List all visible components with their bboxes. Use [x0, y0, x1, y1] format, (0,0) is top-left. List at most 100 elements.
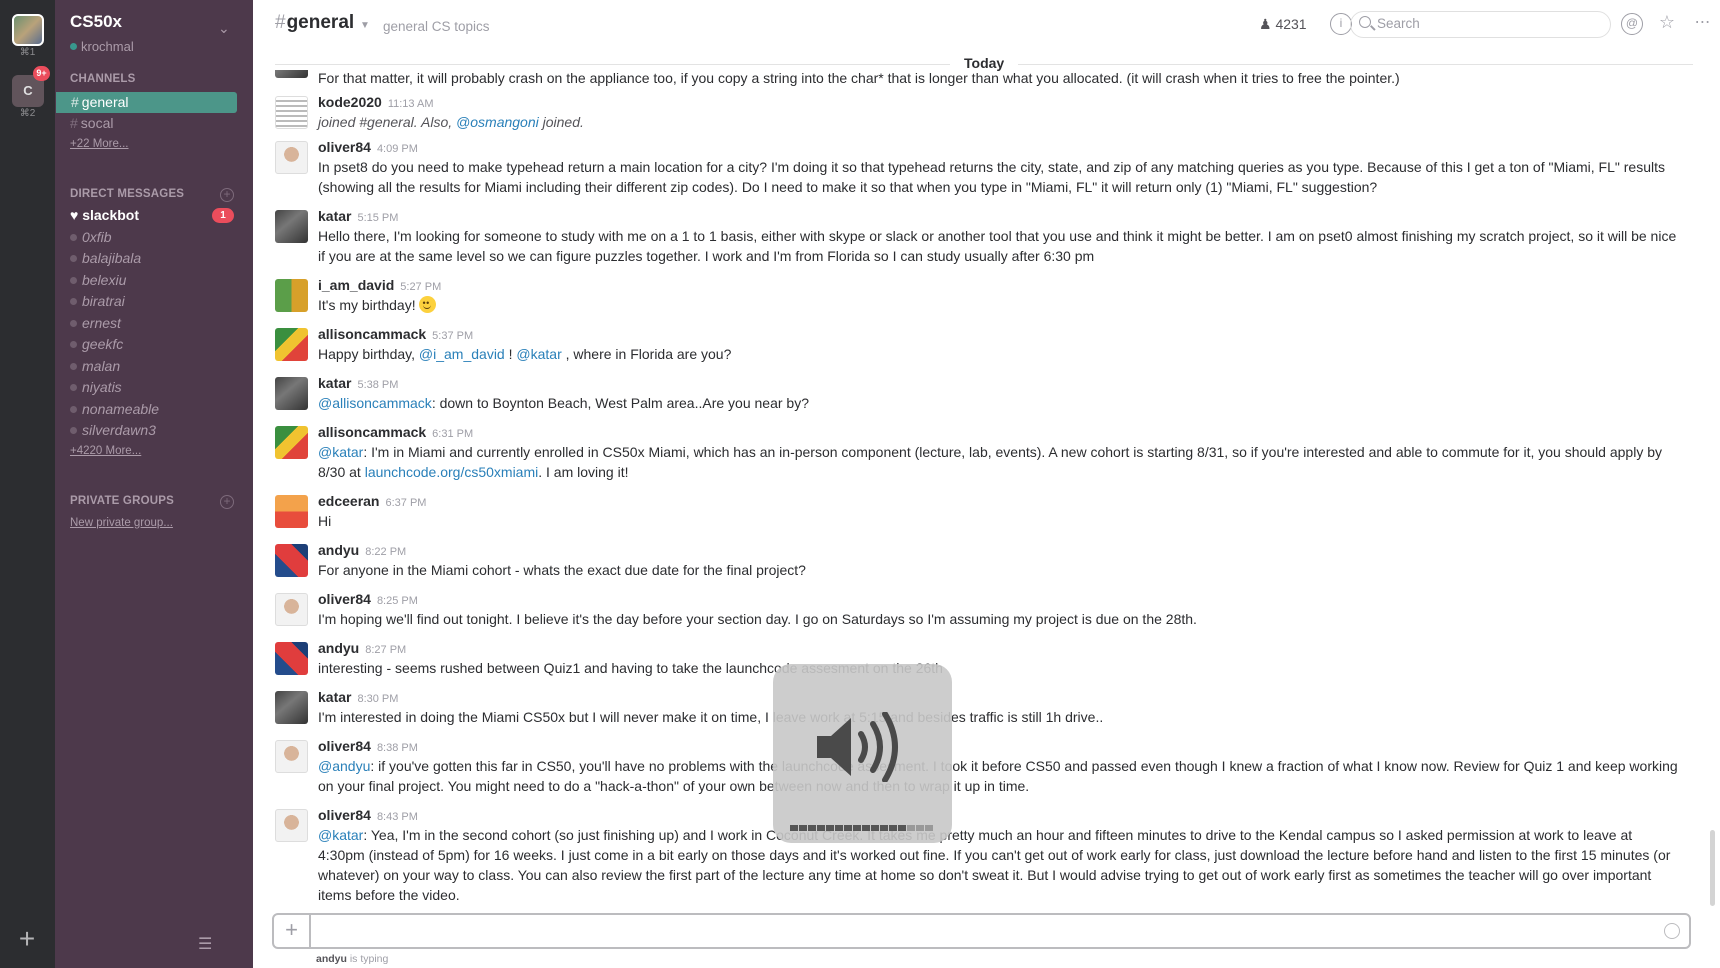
- dms-more-link[interactable]: +4220 More...: [70, 445, 141, 457]
- avatar[interactable]: [275, 740, 308, 773]
- sidebar-dm-silverdawn3[interactable]: silverdawn3: [55, 420, 253, 441]
- user-mention[interactable]: @andyu: [318, 758, 370, 774]
- author-name[interactable]: allisoncammack: [318, 326, 426, 342]
- avatar[interactable]: [275, 96, 308, 129]
- add-team-icon[interactable]: +: [16, 925, 38, 953]
- channel-label: general: [81, 94, 129, 110]
- sidebar-dm-biratrai[interactable]: biratrai: [55, 291, 253, 312]
- avatar[interactable]: [275, 377, 308, 410]
- avatar[interactable]: [275, 426, 308, 459]
- timestamp[interactable]: 8:30 PM: [357, 693, 398, 705]
- avatar[interactable]: [275, 141, 308, 174]
- channel-topic[interactable]: general CS topics: [383, 19, 490, 34]
- timestamp[interactable]: 8:43 PM: [377, 811, 418, 823]
- team-name[interactable]: CS50x: [70, 12, 122, 32]
- timestamp[interactable]: 5:15 PM: [357, 212, 398, 224]
- user-mention[interactable]: @allisoncammack: [318, 395, 432, 411]
- author-name[interactable]: oliver84: [318, 807, 371, 823]
- timestamp[interactable]: 11:13 AM: [388, 98, 434, 110]
- author-name[interactable]: kode2020: [318, 94, 382, 110]
- user-mention[interactable]: @katar: [318, 444, 363, 460]
- mentions-icon[interactable]: @: [1621, 13, 1643, 35]
- timestamp[interactable]: 4:09 PM: [377, 143, 418, 155]
- new-group-plus-icon[interactable]: +: [220, 495, 234, 509]
- timestamp[interactable]: 8:38 PM: [377, 742, 418, 754]
- sidebar-dm-belexiu[interactable]: belexiu: [55, 270, 253, 291]
- avatar[interactable]: [275, 70, 308, 78]
- attach-plus-button[interactable]: +: [274, 915, 311, 947]
- message-link[interactable]: launchcode.org/cs50xmiami: [365, 464, 539, 480]
- sidebar-channel-socal[interactable]: # socal: [55, 113, 253, 134]
- timestamp[interactable]: 5:27 PM: [400, 281, 441, 293]
- author-name[interactable]: katar: [318, 208, 351, 224]
- channels-header[interactable]: CHANNELS: [70, 73, 136, 85]
- search-input[interactable]: [1377, 16, 1597, 31]
- sidebar-dm-nonameable[interactable]: nonameable: [55, 399, 253, 420]
- channel-title[interactable]: #general: [275, 12, 354, 34]
- sidebar-channel-general[interactable]: # general: [56, 92, 237, 113]
- new-private-group-link[interactable]: New private group...: [70, 517, 173, 529]
- timestamp[interactable]: 6:37 PM: [385, 497, 426, 509]
- timestamp[interactable]: 5:38 PM: [357, 379, 398, 391]
- avatar[interactable]: [275, 328, 308, 361]
- channel-menu-chevron-icon[interactable]: ▼: [360, 20, 370, 31]
- team-menu-chevron-icon[interactable]: ⌄: [218, 20, 230, 37]
- user-mention[interactable]: @osmangoni: [456, 114, 539, 130]
- sidebar-dm-balajibala[interactable]: balajibala: [55, 248, 253, 269]
- message-header: katar 5:15 PM: [318, 208, 398, 224]
- message-scrollbar[interactable]: [1710, 830, 1715, 906]
- author-name[interactable]: edceeran: [318, 493, 379, 509]
- avatar[interactable]: [275, 495, 308, 528]
- new-dm-plus-icon[interactable]: +: [220, 188, 234, 202]
- user-status[interactable]: krochmal: [70, 39, 134, 54]
- channels-more-link[interactable]: +22 More...: [70, 138, 129, 150]
- author-name[interactable]: katar: [318, 375, 351, 391]
- sidebar-dm-niyatis[interactable]: niyatis: [55, 377, 253, 398]
- user-mention[interactable]: @i_am_david: [419, 346, 505, 362]
- dm-label: biratrai: [82, 293, 125, 309]
- emoji-picker-icon[interactable]: [1664, 923, 1680, 939]
- presence-dot-icon: [70, 234, 77, 241]
- author-name[interactable]: andyu: [318, 640, 359, 656]
- member-count[interactable]: ♟ 4231: [1259, 16, 1307, 33]
- sidebar-dm-0xfib[interactable]: 0xfib: [55, 227, 253, 248]
- author-name[interactable]: i_am_david: [318, 277, 394, 293]
- user-mention[interactable]: @katar: [516, 346, 561, 362]
- search-box[interactable]: [1350, 11, 1611, 38]
- timestamp[interactable]: 8:25 PM: [377, 595, 418, 607]
- timestamp[interactable]: 8:27 PM: [365, 644, 406, 656]
- avatar[interactable]: [275, 691, 308, 724]
- volume-segment: [916, 825, 924, 831]
- private-groups-header[interactable]: PRIVATE GROUPS: [70, 495, 174, 507]
- author-name[interactable]: oliver84: [318, 591, 371, 607]
- star-icon[interactable]: ☆: [1656, 13, 1678, 35]
- avatar[interactable]: [275, 642, 308, 675]
- sidebar-dm-geekfc[interactable]: geekfc: [55, 334, 253, 355]
- author-name[interactable]: allisoncammack: [318, 424, 426, 440]
- search-icon: [1359, 16, 1371, 28]
- avatar[interactable]: [275, 279, 308, 312]
- presence-dot-icon: [70, 320, 77, 327]
- team-cs50x-icon[interactable]: [12, 14, 44, 46]
- avatar[interactable]: [275, 809, 308, 842]
- avatar[interactable]: [275, 210, 308, 243]
- author-name[interactable]: katar: [318, 689, 351, 705]
- sidebar-dm-ernest[interactable]: ernest: [55, 313, 253, 334]
- author-name[interactable]: oliver84: [318, 139, 371, 155]
- info-icon[interactable]: i: [1330, 13, 1352, 35]
- avatar[interactable]: [275, 593, 308, 626]
- sidebar-dm-slackbot[interactable]: ♥ slackbot 1: [55, 205, 253, 226]
- author-name[interactable]: andyu: [318, 542, 359, 558]
- more-options-icon[interactable]: ⋯: [1691, 13, 1713, 35]
- timestamp[interactable]: 8:22 PM: [365, 546, 406, 558]
- author-name[interactable]: oliver84: [318, 738, 371, 754]
- team2-shortcut: ⌘2: [19, 108, 36, 119]
- timestamp[interactable]: 6:31 PM: [432, 428, 473, 440]
- user-mention[interactable]: @katar: [318, 827, 363, 843]
- avatar[interactable]: [275, 544, 308, 577]
- quick-switcher-icon[interactable]: ☰: [198, 934, 212, 954]
- message-input[interactable]: [318, 921, 1618, 937]
- timestamp[interactable]: 5:37 PM: [432, 330, 473, 342]
- direct-messages-header[interactable]: DIRECT MESSAGES: [70, 188, 184, 200]
- sidebar-dm-malan[interactable]: malan: [55, 356, 253, 377]
